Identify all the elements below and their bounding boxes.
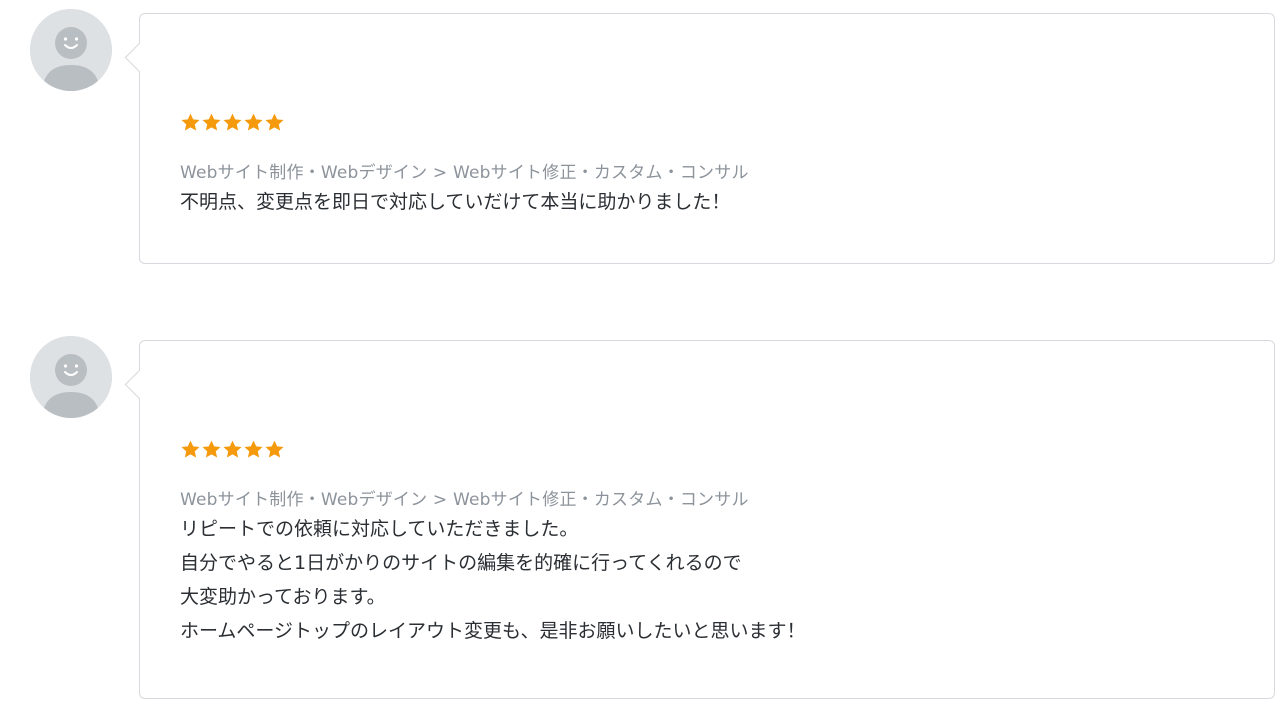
star-icon — [223, 113, 242, 131]
star-icon — [265, 113, 284, 131]
star-rating — [180, 439, 285, 461]
review-comment-line: ホームページトップのレイアウト変更も、是非お願いしたいと思います！ — [180, 620, 806, 642]
review-comment: 不明点、変更点を即日で対応していだけて本当に助かりました！ — [180, 185, 730, 219]
review-category: Webサイト制作・Webデザイン > Webサイト修正・カスタム・コンサル — [180, 163, 749, 183]
review-category: Webサイト制作・Webデザイン > Webサイト修正・カスタム・コンサル — [180, 490, 749, 510]
review-comment-line: 自分でやると1日がかりのサイトの編集を的確に行ってくれるので — [180, 552, 742, 574]
avatar[interactable] — [30, 336, 112, 418]
star-icon — [181, 440, 200, 458]
review-card: Webサイト制作・Webデザイン > Webサイト修正・カスタム・コンサル リピ… — [124, 340, 1275, 699]
default-user-avatar-icon — [30, 9, 112, 91]
star-icon — [244, 440, 263, 458]
star-icon — [202, 440, 221, 458]
review-comment: リピートでの依頼に対応していただきました。自分でやると1日がかりのサイトの編集を… — [180, 512, 805, 648]
star-icon — [181, 113, 200, 131]
star-icon — [202, 113, 221, 131]
default-user-avatar-icon — [30, 336, 112, 418]
avatar[interactable] — [30, 9, 112, 91]
speech-bubble-tail — [124, 42, 155, 73]
review-comment-line: 大変助かっております。 — [180, 586, 386, 608]
review-comment-line: リピートでの依頼に対応していただきました。 — [180, 518, 579, 540]
review-card: Webサイト制作・Webデザイン > Webサイト修正・カスタム・コンサル 不明… — [124, 13, 1275, 264]
star-icon — [223, 440, 242, 458]
star-icon — [244, 113, 263, 131]
review-comment-line: 不明点、変更点を即日で対応していだけて本当に助かりました！ — [180, 191, 731, 213]
star-rating — [180, 112, 285, 134]
speech-bubble-tail — [124, 369, 155, 400]
star-icon — [265, 440, 284, 458]
